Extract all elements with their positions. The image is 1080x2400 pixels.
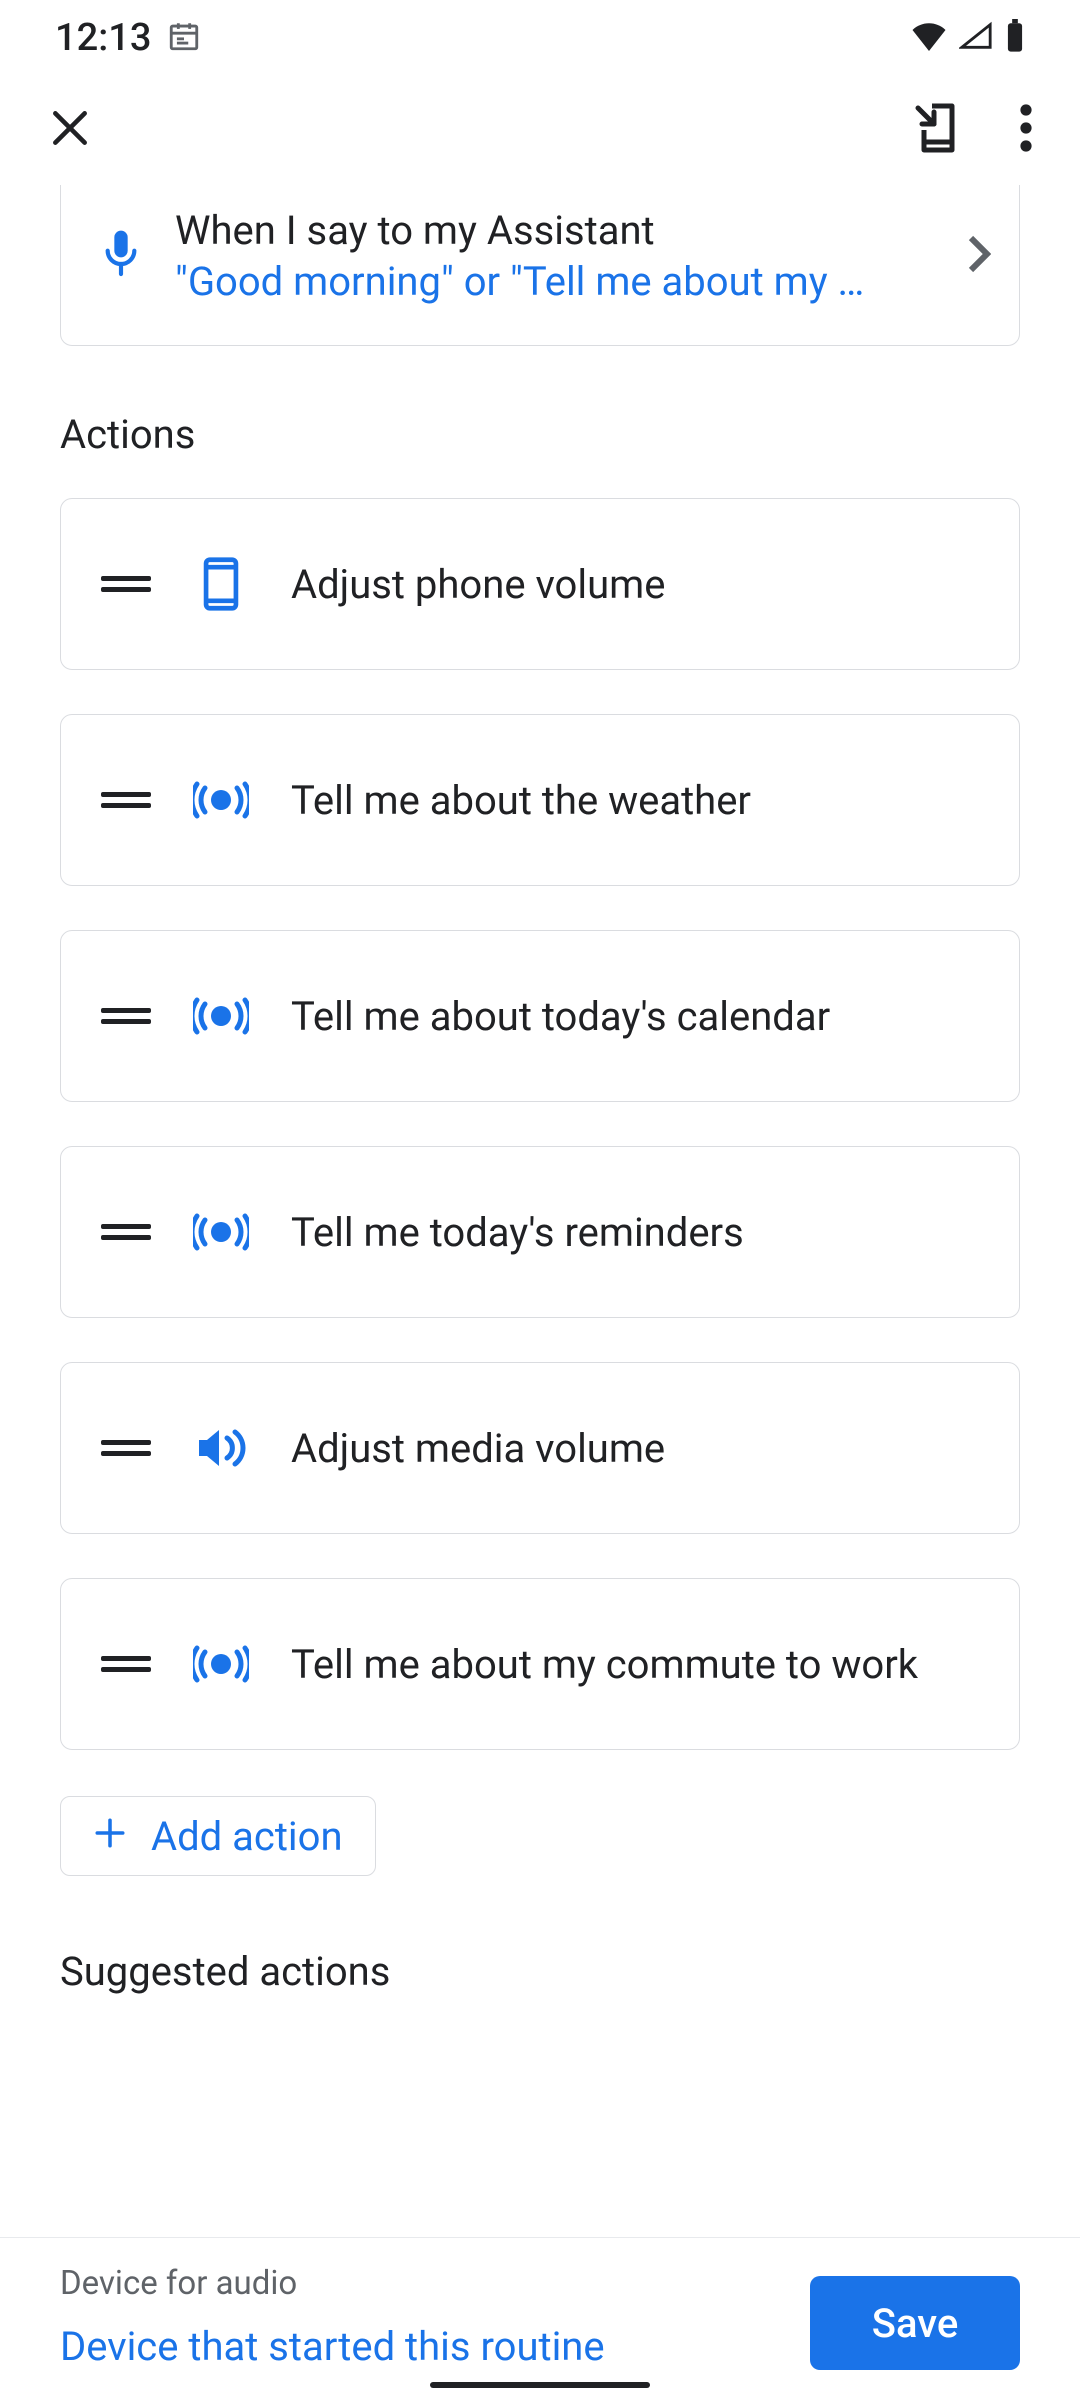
cell-signal-icon <box>959 21 993 55</box>
trigger-title: When I say to my Assistant <box>175 207 933 254</box>
device-for-audio[interactable]: Device for audio Device that started thi… <box>60 2264 605 2370</box>
action-label: Adjust media volume <box>291 1425 665 1472</box>
action-card[interactable]: Tell me about today's calendar <box>60 930 1020 1102</box>
action-card[interactable]: Adjust media volume <box>60 1362 1020 1534</box>
assistant-icon <box>193 778 249 822</box>
nav-bar-handle[interactable] <box>430 2382 650 2388</box>
more-icon[interactable] <box>1020 104 1032 156</box>
volume-icon <box>193 1424 249 1472</box>
wifi-icon <box>911 21 947 55</box>
assistant-icon <box>193 1210 249 1254</box>
drag-handle-icon[interactable] <box>101 792 151 808</box>
status-left: 12:13 <box>55 16 201 60</box>
action-card[interactable]: Adjust phone volume <box>60 498 1020 670</box>
drag-handle-icon[interactable] <box>101 1224 151 1240</box>
action-card[interactable]: Tell me today's reminders <box>60 1146 1020 1318</box>
save-button[interactable]: Save <box>810 2276 1020 2370</box>
calendar-icon <box>167 19 201 57</box>
trigger-phrase: "Good morning" or "Tell me about my … <box>175 258 933 305</box>
action-card[interactable]: Tell me about the weather <box>60 714 1020 886</box>
drag-handle-icon[interactable] <box>101 1008 151 1024</box>
drag-handle-icon[interactable] <box>101 1656 151 1672</box>
close-icon[interactable] <box>48 106 92 154</box>
action-label: Tell me about today's calendar <box>291 993 830 1040</box>
drag-handle-icon[interactable] <box>101 1440 151 1456</box>
actions-header: Actions <box>60 411 1020 458</box>
drag-handle-icon[interactable] <box>101 576 151 592</box>
device-audio-value: Device that started this routine <box>60 2323 605 2370</box>
device-audio-label: Device for audio <box>60 2264 605 2303</box>
battery-icon <box>1005 19 1025 57</box>
add-action-label: Add action <box>151 1813 343 1860</box>
plus-icon <box>93 1813 127 1860</box>
mic-icon <box>101 227 141 285</box>
add-action-button[interactable]: Add action <box>60 1796 376 1876</box>
assistant-icon <box>193 1642 249 1686</box>
action-label: Tell me about the weather <box>291 777 751 824</box>
action-label: Tell me today's reminders <box>291 1209 744 1256</box>
add-to-home-icon[interactable] <box>912 102 960 158</box>
action-label: Adjust phone volume <box>291 561 665 608</box>
status-time: 12:13 <box>55 16 151 60</box>
phone-icon <box>193 556 249 612</box>
save-label: Save <box>872 2300 959 2347</box>
chevron-right-icon <box>967 234 991 278</box>
bottom-bar: Device for audio Device that started thi… <box>0 2237 1080 2400</box>
trigger-card[interactable]: When I say to my Assistant "Good morning… <box>60 185 1020 346</box>
status-right <box>911 19 1025 57</box>
action-card[interactable]: Tell me about my commute to work <box>60 1578 1020 1750</box>
action-label: Tell me about my commute to work <box>291 1641 918 1688</box>
app-bar <box>0 75 1080 185</box>
assistant-icon <box>193 994 249 1038</box>
status-bar: 12:13 <box>0 0 1080 75</box>
suggested-actions-header: Suggested actions <box>60 1948 1020 1995</box>
